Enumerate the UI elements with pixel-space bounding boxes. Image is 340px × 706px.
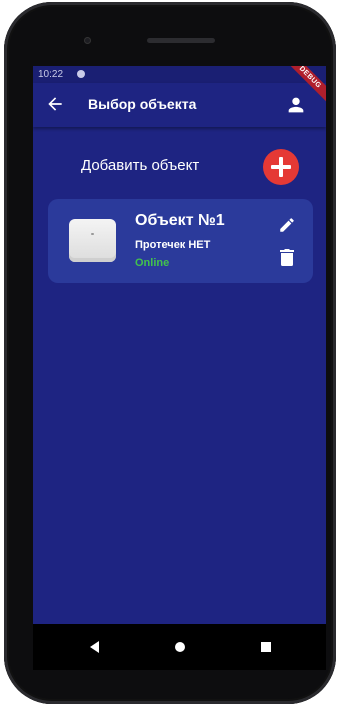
status-bar: 10:22 [33, 66, 326, 83]
status-indicator-icon [77, 70, 85, 78]
status-time: 10:22 [38, 69, 64, 80]
front-camera [84, 37, 91, 44]
trash-icon[interactable] [280, 249, 294, 266]
plus-icon-vertical [279, 157, 283, 177]
nav-recent-icon[interactable] [261, 642, 271, 652]
earpiece-speaker [147, 38, 215, 43]
nav-home-icon[interactable] [175, 642, 185, 652]
app-bar: Выбор объекта [33, 83, 326, 127]
object-name: Объект №1 [135, 212, 225, 229]
add-object-button[interactable] [263, 149, 299, 185]
object-card[interactable]: Объект №1 Протечек НЕТ Online [48, 199, 313, 283]
add-object-row: Добавить объект [33, 144, 326, 185]
page-title: Выбор объекта [88, 96, 197, 112]
back-arrow-icon[interactable] [45, 94, 65, 114]
leak-status: Протечек НЕТ [135, 239, 211, 251]
system-navigation-bar [33, 624, 326, 670]
device-led [91, 233, 94, 235]
app-screen: 10:22 Выбор объекта DEBUG Добавить объек… [33, 66, 326, 624]
connection-status: Online [135, 257, 170, 269]
device-thumbnail [69, 219, 116, 262]
edit-pencil-icon[interactable] [278, 216, 296, 234]
user-icon[interactable] [285, 94, 307, 116]
nav-back-icon[interactable] [90, 641, 99, 653]
add-object-label: Добавить объект [81, 157, 200, 174]
